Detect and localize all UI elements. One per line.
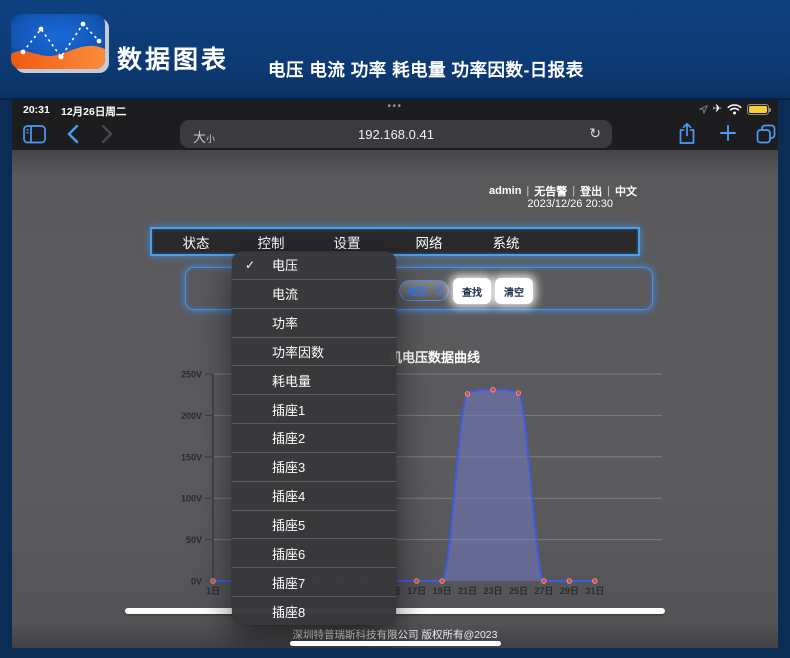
metric-dropdown-menu: ✓ 电压 电流 功率 功率因数 耗电量 插座1 插座2 插座3 插座4 插座5 …: [232, 251, 396, 625]
sidebar-toggle-icon[interactable]: [23, 125, 46, 144]
browser-toolbar: 大小 192.168.0.41 ↻: [12, 118, 778, 150]
select-chevrons-icon: [436, 285, 443, 296]
nav-item-settings[interactable]: 设置: [334, 232, 361, 252]
back-icon[interactable]: [66, 124, 79, 144]
language-link[interactable]: 中文: [615, 183, 637, 199]
status-bar: 20:31 12月26日周二 ••• ✈: [12, 100, 778, 118]
share-icon[interactable]: [678, 122, 696, 145]
find-button[interactable]: 查找: [453, 278, 491, 304]
clock: 20:31: [23, 104, 50, 116]
multitask-handle-icon[interactable]: •••: [387, 101, 402, 112]
screenshot-frame: 数据图表 电压 电流 功率 耗电量 功率因数-日报表 20:31 12月26日周…: [0, 0, 790, 658]
page-datetime: 2023/12/26 20:30: [527, 198, 613, 210]
home-indicator[interactable]: [290, 641, 501, 646]
menu-item-current[interactable]: 电流: [232, 279, 396, 308]
reload-icon[interactable]: ↻: [589, 125, 601, 142]
menu-item-socket-6[interactable]: 插座6: [232, 538, 396, 567]
battery-icon: [747, 104, 769, 115]
copyright-footer: 深圳特普瑞斯科技有限公司 版权所有@2023: [12, 627, 778, 642]
svg-text:19日: 19日: [433, 586, 452, 596]
svg-text:29日: 29日: [560, 586, 579, 596]
svg-text:21日: 21日: [458, 586, 477, 596]
username: admin: [489, 185, 521, 197]
nav-item-network[interactable]: 网络: [416, 232, 443, 252]
status-date: 12月26日周二: [61, 104, 126, 119]
logout-link[interactable]: 登出: [580, 183, 602, 199]
svg-text:250V: 250V: [181, 370, 202, 380]
metric-select[interactable]: 电压: [399, 280, 449, 301]
menu-item-socket-7[interactable]: 插座7: [232, 567, 396, 596]
tabs-icon[interactable]: [756, 124, 776, 144]
svg-text:17日: 17日: [407, 586, 426, 596]
svg-text:200V: 200V: [181, 411, 202, 421]
forward-icon[interactable]: [101, 124, 114, 144]
svg-text:100V: 100V: [181, 494, 202, 504]
menu-item-socket-3[interactable]: 插座3: [232, 452, 396, 481]
menu-item-energy[interactable]: 耗电量: [232, 365, 396, 394]
airplane-icon: ✈: [713, 104, 722, 115]
wifi-icon: [727, 104, 742, 115]
url-text: 192.168.0.41: [180, 127, 612, 142]
menu-item-socket-8[interactable]: 插座8: [232, 596, 396, 625]
location-icon: [699, 105, 708, 114]
plus-icon[interactable]: [719, 124, 737, 142]
svg-text:0V: 0V: [191, 577, 202, 587]
svg-text:25日: 25日: [509, 586, 528, 596]
svg-text:27日: 27日: [534, 586, 553, 596]
menu-item-voltage[interactable]: ✓ 电压: [232, 251, 396, 279]
alarm-status: 无告警: [534, 183, 567, 199]
nav-item-status[interactable]: 状态: [183, 232, 210, 252]
menu-item-power[interactable]: 功率: [232, 308, 396, 337]
menu-item-power-factor[interactable]: 功率因数: [232, 337, 396, 366]
address-bar[interactable]: 大小 192.168.0.41 ↻: [180, 120, 612, 148]
checkmark-icon: ✓: [245, 258, 255, 272]
menu-item-socket-5[interactable]: 插座5: [232, 510, 396, 539]
device-screen: 20:31 12月26日周二 ••• ✈: [12, 100, 778, 648]
nav-item-control[interactable]: 控制: [258, 232, 285, 252]
menu-item-socket-2[interactable]: 插座2: [232, 423, 396, 452]
menu-item-socket-4[interactable]: 插座4: [232, 481, 396, 510]
menu-item-socket-1[interactable]: 插座1: [232, 394, 396, 423]
svg-text:50V: 50V: [186, 535, 202, 545]
app-banner: 数据图表 电压 电流 功率 耗电量 功率因数-日报表: [0, 0, 790, 100]
account-row: admin | 无告警 | 登出 | 中文: [489, 183, 637, 199]
svg-text:23日: 23日: [483, 586, 502, 596]
chart-logo-icon: [11, 14, 109, 74]
app-subtitle: 电压 电流 功率 耗电量 功率因数-日报表: [268, 57, 584, 82]
clear-button[interactable]: 清空: [495, 278, 533, 304]
app-title: 数据图表: [117, 40, 229, 76]
svg-text:31日: 31日: [585, 586, 604, 596]
svg-text:1日: 1日: [206, 586, 220, 596]
svg-text:150V: 150V: [181, 452, 202, 462]
nav-item-system[interactable]: 系统: [493, 232, 520, 252]
web-page: admin | 无告警 | 登出 | 中文 2023/12/26 20:30 状…: [12, 150, 778, 648]
